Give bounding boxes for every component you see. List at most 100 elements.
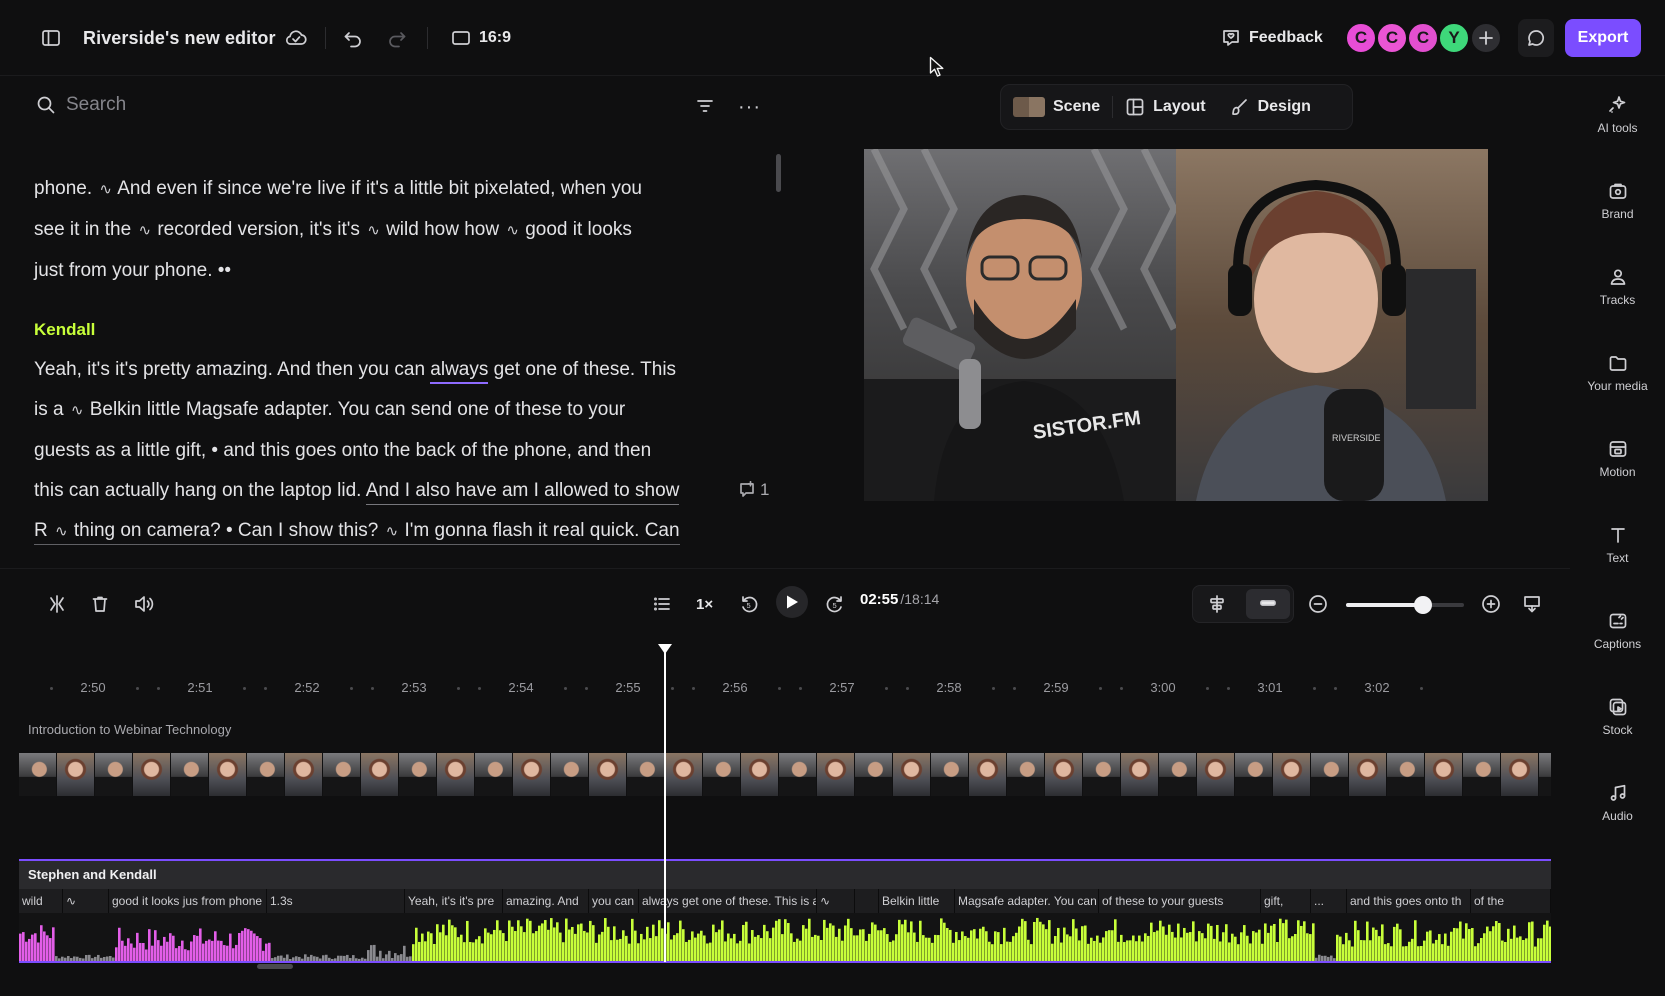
avatar[interactable]: Y [1438,22,1470,54]
avatar[interactable]: C [1407,22,1439,54]
scene-button[interactable]: Scene [1001,84,1112,130]
waveform-bar [139,942,142,961]
word-segment[interactable]: Belkin little [879,889,955,913]
play-button[interactable] [776,586,808,618]
stock-button[interactable]: Stock [1570,682,1665,752]
waveform-bar [1072,919,1075,961]
word-segment[interactable]: good it looks jus from phone [109,889,267,913]
layout-button[interactable]: Layout [1113,84,1217,130]
word-segment[interactable]: Yeah, it's it's pre [405,889,503,913]
feedback-icon[interactable] [1220,24,1242,52]
waveform-bar [946,927,949,961]
word-segment[interactable]: you can [589,889,639,913]
cloud-sync-icon[interactable] [283,24,309,52]
motion-button[interactable]: Motion [1570,424,1665,494]
zoom-in-icon[interactable] [1480,591,1502,617]
playback-speed-button[interactable]: 1× [696,591,713,617]
waveform-bar [991,944,994,961]
undo-icon[interactable] [342,24,364,52]
waveform-bar [1348,940,1351,961]
transcript-scrollbar[interactable] [776,154,781,192]
avatar[interactable]: C [1345,22,1377,54]
word-segment[interactable]: ∿ [63,889,109,913]
project-title[interactable]: Riverside's new editor [83,24,276,52]
word-segment[interactable]: wild [19,889,63,913]
video-track-label[interactable]: Introduction to Webinar Technology [28,722,231,737]
zoom-slider[interactable] [1346,596,1464,614]
align-tracks-icon[interactable] [1207,594,1227,614]
tracks-button[interactable]: Tracks [1570,252,1665,322]
pause-marker-icon: ∿ [138,222,151,239]
text-button[interactable]: Text [1570,510,1665,580]
waveform-bar [1441,944,1444,961]
word-segment[interactable]: 1.3s [267,889,405,913]
delete-icon[interactable] [90,591,110,617]
word-segment[interactable]: of these to your guests [1099,889,1261,913]
participant-video-kendall: RIVERSIDE [1176,149,1488,501]
audio-button[interactable]: Audio [1570,768,1665,838]
comments-button[interactable] [1518,19,1554,57]
add-collaborator-button[interactable] [1470,22,1502,54]
word-segment[interactable]: ∿ [817,889,855,913]
timeline-scrollbar[interactable] [257,964,293,969]
more-options-icon[interactable]: ··· [738,96,761,119]
collapse-tracks-button[interactable] [1246,589,1290,619]
filter-icon[interactable] [695,96,715,116]
timeline-tick-dot [1120,687,1123,690]
timeline[interactable]: 2:50 2:51 2:52 2:53 2:54 2:55 2:56 2:57 2:58 2:59… [0,638,1570,996]
highlighted-word[interactable]: always [430,359,489,384]
timeline-ruler[interactable]: 2:50 2:51 2:52 2:53 2:54 2:55 2:56 2:57 2:58 2:59… [0,638,1570,695]
rewind-5-icon[interactable]: 5 [738,591,760,617]
export-button[interactable]: Export [1565,19,1641,57]
search-input[interactable] [66,94,366,116]
video-frame-thumbnail [95,753,133,796]
chapters-list-icon[interactable] [652,591,672,617]
waveform-bar [130,943,133,961]
video-frame-thumbnail [57,753,95,796]
zoom-slider-handle[interactable] [1413,596,1432,614]
waveform-bar [853,935,856,961]
waveform-bar [1549,926,1551,961]
design-button[interactable]: Design [1218,84,1323,130]
word-segment[interactable]: amazing. And [503,889,589,913]
playhead[interactable] [664,650,666,962]
word-segment[interactable]: ... [1311,889,1347,913]
transcript-paragraph[interactable]: phone. ∿ And even if since we're live if… [34,169,734,291]
playhead-handle[interactable] [657,643,673,655]
ai-tools-button[interactable]: AI tools [1570,80,1665,150]
speaker-label[interactable]: Kendall [34,320,95,340]
feedback-button[interactable]: Feedback [1249,24,1323,52]
sidebar-toggle-icon[interactable] [40,24,62,52]
avatar[interactable]: C [1376,22,1408,54]
forward-5-icon[interactable]: 5 [824,591,846,617]
captions-button[interactable]: Captions [1570,596,1665,666]
word-segment[interactable] [855,889,879,913]
split-icon[interactable] [46,591,68,617]
volume-icon[interactable] [132,591,156,617]
zoom-out-icon[interactable] [1307,591,1329,617]
word-segment[interactable]: of the [1471,889,1551,913]
waveform-bar [1162,926,1165,961]
video-preview[interactable]: SISTOR.FM RIVERSIDE [864,149,1488,501]
your-media-button[interactable]: Your media [1570,338,1665,408]
audio-track[interactable]: Stephen and Kendall wild ∿ good it looks j… [19,859,1551,963]
video-frame-thumbnail [19,753,57,796]
waveform-bar [190,941,193,961]
word-segment[interactable]: and this goes onto th [1347,889,1471,913]
comment-indicator[interactable]: 1 [738,480,769,500]
redo-icon[interactable] [386,24,408,52]
video-frame-thumbnail [855,753,893,796]
aspect-ratio-label[interactable]: 16:9 [479,24,511,52]
word-segment[interactable]: gift, [1261,889,1311,913]
commented-text[interactable]: And I also have am I allowed to show [365,480,680,505]
video-track-filmstrip[interactable] [19,753,1551,796]
brand-button[interactable]: Brand [1570,166,1665,236]
transcript-paragraph[interactable]: Yeah, it's it's pretty amazing. And then… [34,350,734,552]
word-segment[interactable]: Magsafe adapter. You can se [955,889,1099,913]
aspect-ratio-icon[interactable] [450,24,472,52]
timeline-tick-label: 2:55 [615,680,641,695]
fit-timeline-icon[interactable] [1521,591,1543,617]
waveform-bar [97,954,100,961]
waveform-bar [1402,946,1405,961]
waveform-bar [1171,931,1174,961]
